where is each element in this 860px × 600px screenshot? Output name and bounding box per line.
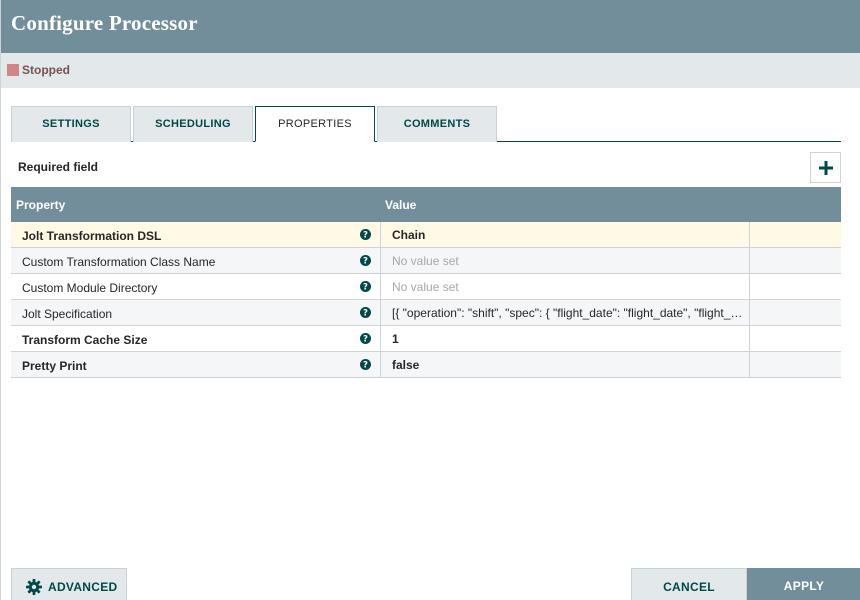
table-row[interactable]: Jolt Specification ? [{ "operation": "sh…	[11, 300, 841, 326]
tab-settings[interactable]: SETTINGS	[11, 106, 131, 142]
property-name: Pretty Print	[22, 359, 87, 373]
property-value-cell[interactable]: 1	[380, 326, 750, 351]
help-icon[interactable]: ?	[360, 229, 371, 240]
help-icon[interactable]: ?	[360, 281, 371, 292]
table-row[interactable]: Transform Cache Size ? 1	[11, 326, 841, 352]
property-value-cell[interactable]: Chain	[380, 222, 750, 247]
tab-comments[interactable]: COMMENTS	[377, 106, 497, 142]
plus-icon	[819, 161, 833, 175]
svg-text:?: ?	[363, 231, 368, 240]
properties-table: Property Value Jolt Transformation DSL ?…	[11, 187, 841, 378]
tab-scheduling[interactable]: SCHEDULING	[133, 106, 253, 142]
property-value: false	[392, 358, 420, 372]
cancel-button[interactable]: CANCEL	[631, 568, 747, 600]
gear-icon	[26, 579, 42, 595]
property-value: [{ "operation": "shift", "spec": { "flig…	[392, 306, 743, 320]
property-value: No value set	[392, 280, 459, 294]
help-icon[interactable]: ?	[360, 307, 371, 318]
status-text: Stopped	[22, 63, 70, 77]
advanced-label: ADVANCED	[48, 580, 118, 594]
property-value-cell[interactable]: No value set	[380, 248, 750, 273]
help-icon[interactable]: ?	[360, 359, 371, 370]
table-row[interactable]: Custom Transformation Class Name ? No va…	[11, 248, 841, 274]
tab-bar: SETTINGS SCHEDULING PROPERTIES COMMENTS	[11, 106, 841, 142]
property-value-cell[interactable]: [{ "operation": "shift", "spec": { "flig…	[380, 300, 750, 325]
property-name: Custom Module Directory	[22, 281, 158, 295]
svg-text:?: ?	[363, 257, 368, 266]
table-row[interactable]: Pretty Print ? false	[11, 352, 841, 378]
svg-text:?: ?	[363, 283, 368, 292]
help-icon[interactable]: ?	[360, 333, 371, 344]
table-header: Property Value	[11, 187, 841, 222]
property-value: Chain	[392, 228, 426, 242]
dialog-header: Configure Processor	[1, 0, 860, 53]
status-bar: Stopped	[1, 53, 860, 88]
property-name: Jolt Transformation DSL	[22, 229, 162, 243]
property-name: Custom Transformation Class Name	[22, 255, 216, 269]
property-value-cell[interactable]: No value set	[380, 274, 750, 299]
dialog-title: Configure Processor	[11, 11, 198, 35]
tab-properties[interactable]: PROPERTIES	[255, 106, 375, 142]
apply-button[interactable]: APPLY	[747, 568, 860, 600]
help-icon[interactable]: ?	[360, 255, 371, 266]
required-field-label: Required field	[18, 160, 99, 174]
column-header-property[interactable]: Property	[16, 198, 65, 212]
svg-text:?: ?	[363, 335, 368, 344]
property-name: Jolt Specification	[22, 307, 113, 321]
advanced-button[interactable]: ADVANCED	[11, 568, 127, 600]
column-header-value[interactable]: Value	[385, 198, 416, 212]
stopped-status-icon	[7, 64, 19, 76]
table-row[interactable]: Custom Module Directory ? No value set	[11, 274, 841, 300]
add-property-button[interactable]	[810, 152, 841, 183]
table-row[interactable]: Jolt Transformation DSL ? Chain	[11, 222, 841, 248]
property-value-cell[interactable]: false	[380, 352, 750, 377]
property-value: No value set	[392, 254, 459, 268]
svg-text:?: ?	[363, 309, 368, 318]
property-value: 1	[392, 332, 399, 346]
svg-text:?: ?	[363, 361, 368, 370]
configure-processor-dialog: Configure Processor Stopped SETTINGS SCH…	[0, 0, 860, 600]
property-name: Transform Cache Size	[22, 333, 148, 347]
